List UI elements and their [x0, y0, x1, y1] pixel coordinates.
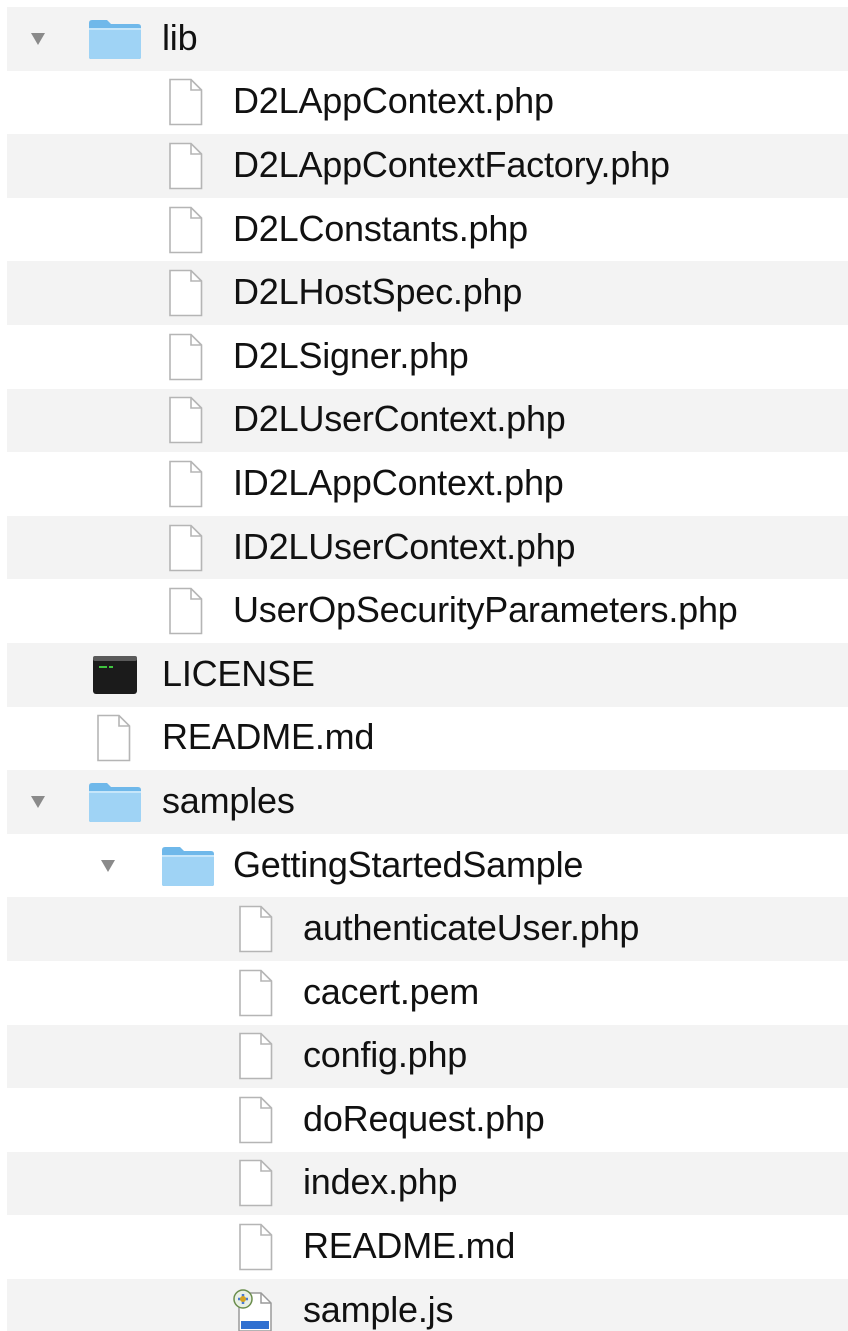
tree-row-folder[interactable]: samples: [7, 770, 848, 834]
tree-row-script[interactable]: sample.js: [7, 1278, 848, 1331]
tree-row-file[interactable]: README.md: [7, 1215, 848, 1279]
tree-row-file[interactable]: doRequest.php: [7, 1088, 848, 1152]
document-icon: [235, 1096, 275, 1144]
tree-row-file[interactable]: D2LAppContextFactory.php: [7, 134, 848, 198]
tree-row-file[interactable]: D2LConstants.php: [7, 197, 848, 262]
tree-row-file[interactable]: README.md: [7, 706, 848, 771]
document-icon: [165, 78, 205, 126]
tree-row-file[interactable]: index.php: [7, 1151, 848, 1216]
folder-icon: [160, 844, 216, 888]
tree-row-label: D2LAppContextFactory.php: [233, 144, 670, 186]
tree-row-file[interactable]: authenticateUser.php: [7, 897, 848, 961]
document-icon: [165, 206, 205, 254]
terminal-executable-icon: [91, 653, 139, 697]
document-icon: [235, 1223, 275, 1271]
tree-row-label: index.php: [303, 1161, 458, 1203]
disclosure-triangle-down-icon[interactable]: [97, 855, 119, 877]
tree-row-label: D2LAppContext.php: [233, 80, 554, 122]
tree-row-file[interactable]: config.php: [7, 1024, 848, 1089]
tree-row-label: D2LConstants.php: [233, 207, 528, 249]
tree-row-folder[interactable]: GettingStartedSample: [7, 833, 848, 898]
document-icon: [165, 524, 205, 572]
tree-row-file[interactable]: ID2LUserContext.php: [7, 515, 848, 580]
tree-row-label: README.md: [303, 1225, 516, 1267]
document-icon: [235, 1032, 275, 1080]
tree-row-file[interactable]: ID2LAppContext.php: [7, 452, 848, 516]
document-icon: [165, 460, 205, 508]
tree-row-label: GettingStartedSample: [233, 843, 584, 885]
tree-row-label: samples: [162, 780, 295, 822]
document-icon: [235, 905, 275, 953]
tree-row-file[interactable]: D2LAppContext.php: [7, 70, 848, 135]
tree-row-label: README.md: [162, 716, 375, 758]
tree-row-label: ID2LAppContext.php: [233, 462, 564, 504]
document-icon: [165, 396, 205, 444]
tree-row-label: authenticateUser.php: [303, 907, 640, 949]
tree-row-label: lib: [162, 16, 198, 58]
tree-row-label: config.php: [303, 1034, 468, 1076]
document-icon: [165, 269, 205, 317]
tree-row-file[interactable]: D2LSigner.php: [7, 324, 848, 389]
tree-row-label: cacert.pem: [303, 970, 480, 1012]
document-icon: [93, 714, 133, 762]
tree-row-label: doRequest.php: [303, 1098, 545, 1140]
folder-icon: [87, 780, 143, 824]
folder-icon: [87, 17, 143, 61]
disclosure-triangle-down-icon[interactable]: [27, 791, 49, 813]
document-icon: [165, 142, 205, 190]
disclosure-triangle-down-icon[interactable]: [27, 28, 49, 50]
tree-row-folder[interactable]: lib: [7, 7, 848, 71]
tree-row-label: D2LHostSpec.php: [233, 271, 523, 313]
tree-row-label: ID2LUserContext.php: [233, 525, 576, 567]
file-tree: lib D2LAppContext.php D2LAppContextFacto…: [7, 7, 848, 1331]
document-icon: [165, 333, 205, 381]
tree-row-executable[interactable]: LICENSE: [7, 642, 848, 707]
tree-row-label: LICENSE: [162, 652, 315, 694]
document-icon: [165, 587, 205, 635]
tree-row-label: sample.js: [303, 1288, 454, 1330]
tree-row-label: D2LSigner.php: [233, 334, 469, 376]
tree-row-file[interactable]: D2LHostSpec.php: [7, 261, 848, 325]
document-icon: [235, 969, 275, 1017]
document-icon: [235, 1159, 275, 1207]
tree-row-label: UserOpSecurityParameters.php: [233, 589, 738, 631]
finder-list-view: lib D2LAppContext.php D2LAppContextFacto…: [0, 0, 848, 1331]
javascript-script-icon: [229, 1287, 277, 1331]
tree-row-label: D2LUserContext.php: [233, 398, 566, 440]
tree-row-file[interactable]: cacert.pem: [7, 960, 848, 1025]
tree-row-file[interactable]: D2LUserContext.php: [7, 388, 848, 453]
tree-row-file[interactable]: UserOpSecurityParameters.php: [7, 579, 848, 643]
